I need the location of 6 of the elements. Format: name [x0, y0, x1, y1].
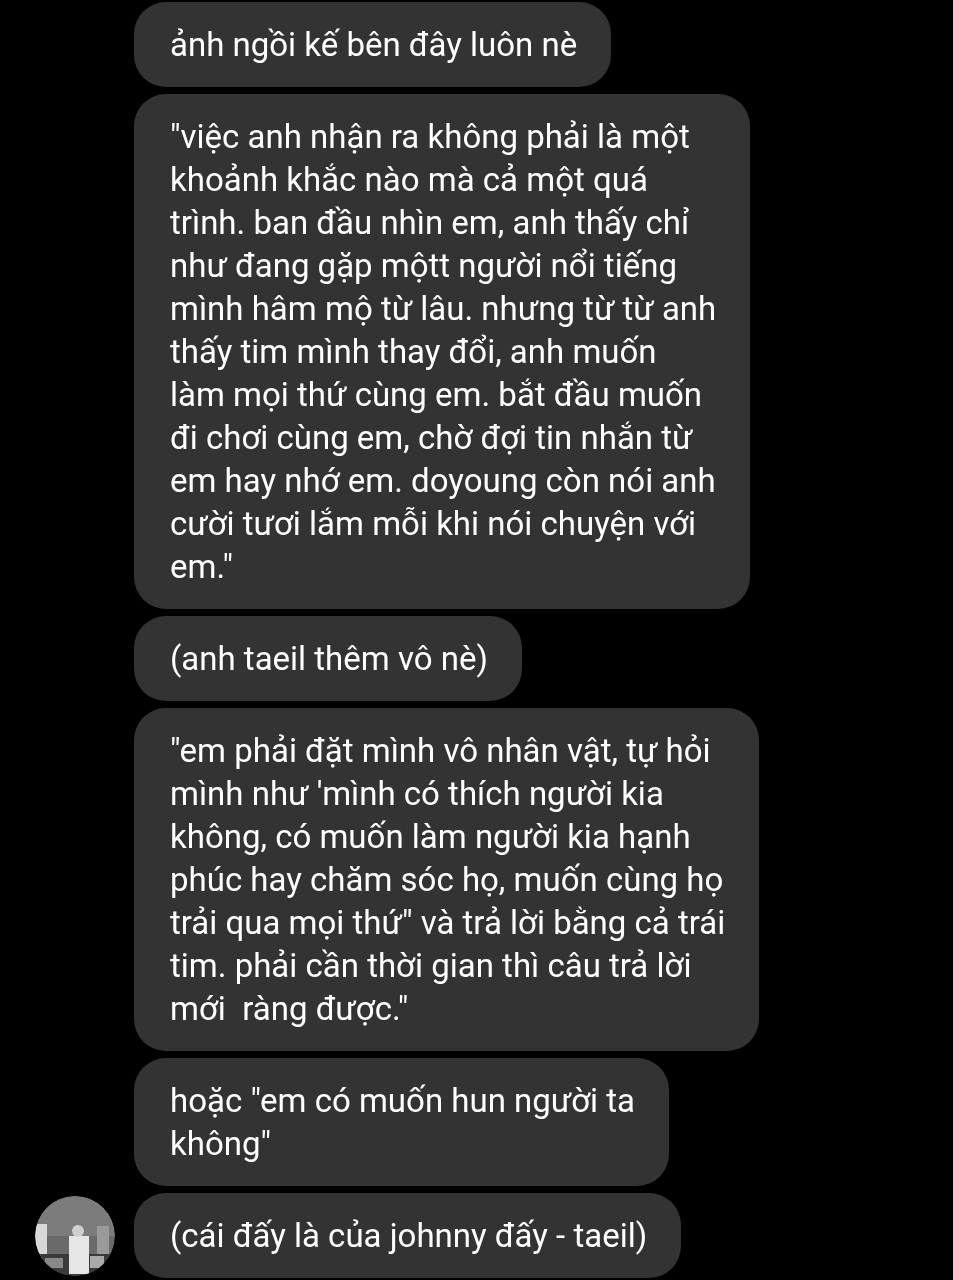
message-bubble: (anh taeil thêm vô nè): [134, 616, 522, 701]
message-bubble: (cái đấy là của johnny đấy - taeil): [134, 1193, 682, 1278]
message-bubble: ảnh ngồi kế bên đây luôn nè: [134, 2, 612, 87]
message-bubble: hoặc "em có muốn hun người ta không": [134, 1058, 670, 1186]
message-bubble: "việc anh nhận ra không phải là một khoảnh khắc nào mà cả một quá trình. ban đầu nhìn em, anh thấy chỉ như đang gặp mộtt người nổi tiếng mình hâm mộ từ lâu. nhưng từ từ anh thấy tim mình thay đổi, anh muốn làm mọi thứ cùng em. bắt đầu muốn đi chơi cùng em, chờ đợi tin nhắn từ em hay nhớ em. doyoung còn nói anh cười tươi lắm mỗi khi nói chuyện với em.": [134, 94, 751, 609]
message-bubble: "em phải đặt mình vô nhân vật, tự hỏi mình như 'mình có thích người kia không, có muốn làm người kia hạnh phúc hay chăm sóc họ, muốn cùng họ trải qua mọi thứ" và trả lời bằng cả trái tim. phải cần thời gian thì câu trả lời mới ràng được.": [134, 708, 760, 1051]
